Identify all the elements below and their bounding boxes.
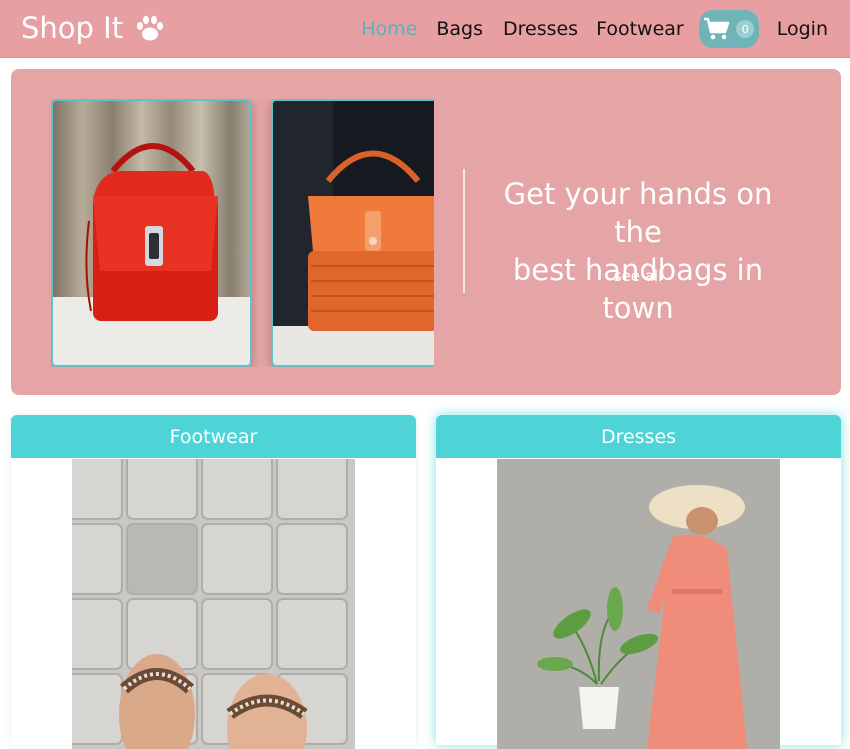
carousel-slide-orange-handbag[interactable]	[271, 99, 434, 367]
red-handbag-image	[53, 101, 250, 365]
nav-home-link[interactable]: Home	[361, 18, 417, 40]
hero-headline: Get your hands on the best handbags in t…	[479, 175, 797, 327]
sandals-on-tiles-image	[72, 459, 355, 749]
hero-headline-line1: Get your hands on the	[503, 177, 773, 249]
handbag-carousel[interactable]	[51, 99, 434, 367]
nav-footwear-link[interactable]: Footwear	[596, 18, 684, 40]
brand-logo[interactable]: Shop It	[21, 11, 165, 45]
cart-icon	[704, 17, 730, 40]
hero-headline-line2: best handbags in town	[512, 253, 764, 325]
nav-dresses-link[interactable]: Dresses	[503, 18, 578, 40]
navbar: Shop It Home Bags Dresses Footwear 0 Log…	[0, 0, 850, 58]
nav-bags-link[interactable]: Bags	[436, 18, 483, 40]
hero-banner: Get your hands on the best handbags in t…	[11, 69, 841, 395]
main-nav: Home Bags Dresses Footwear 0 Login	[361, 0, 828, 58]
brand-name: Shop It	[21, 11, 124, 45]
orange-wicker-handbag-image	[273, 101, 434, 365]
category-card-title: Footwear	[11, 415, 416, 458]
hero-divider	[463, 169, 465, 293]
nav-login-link[interactable]: Login	[777, 18, 828, 40]
category-card-title: Dresses	[436, 415, 841, 458]
paw-icon	[137, 15, 164, 41]
cart-button[interactable]: 0	[698, 10, 759, 48]
carousel-slide-red-handbag[interactable]	[51, 99, 252, 367]
cart-count-badge: 0	[736, 20, 755, 38]
woman-in-coral-dress-image	[497, 459, 780, 749]
category-card-footwear[interactable]: Footwear	[11, 415, 416, 749]
see-all-link[interactable]: see all	[479, 267, 797, 285]
category-card-dresses[interactable]: Dresses	[436, 415, 841, 749]
